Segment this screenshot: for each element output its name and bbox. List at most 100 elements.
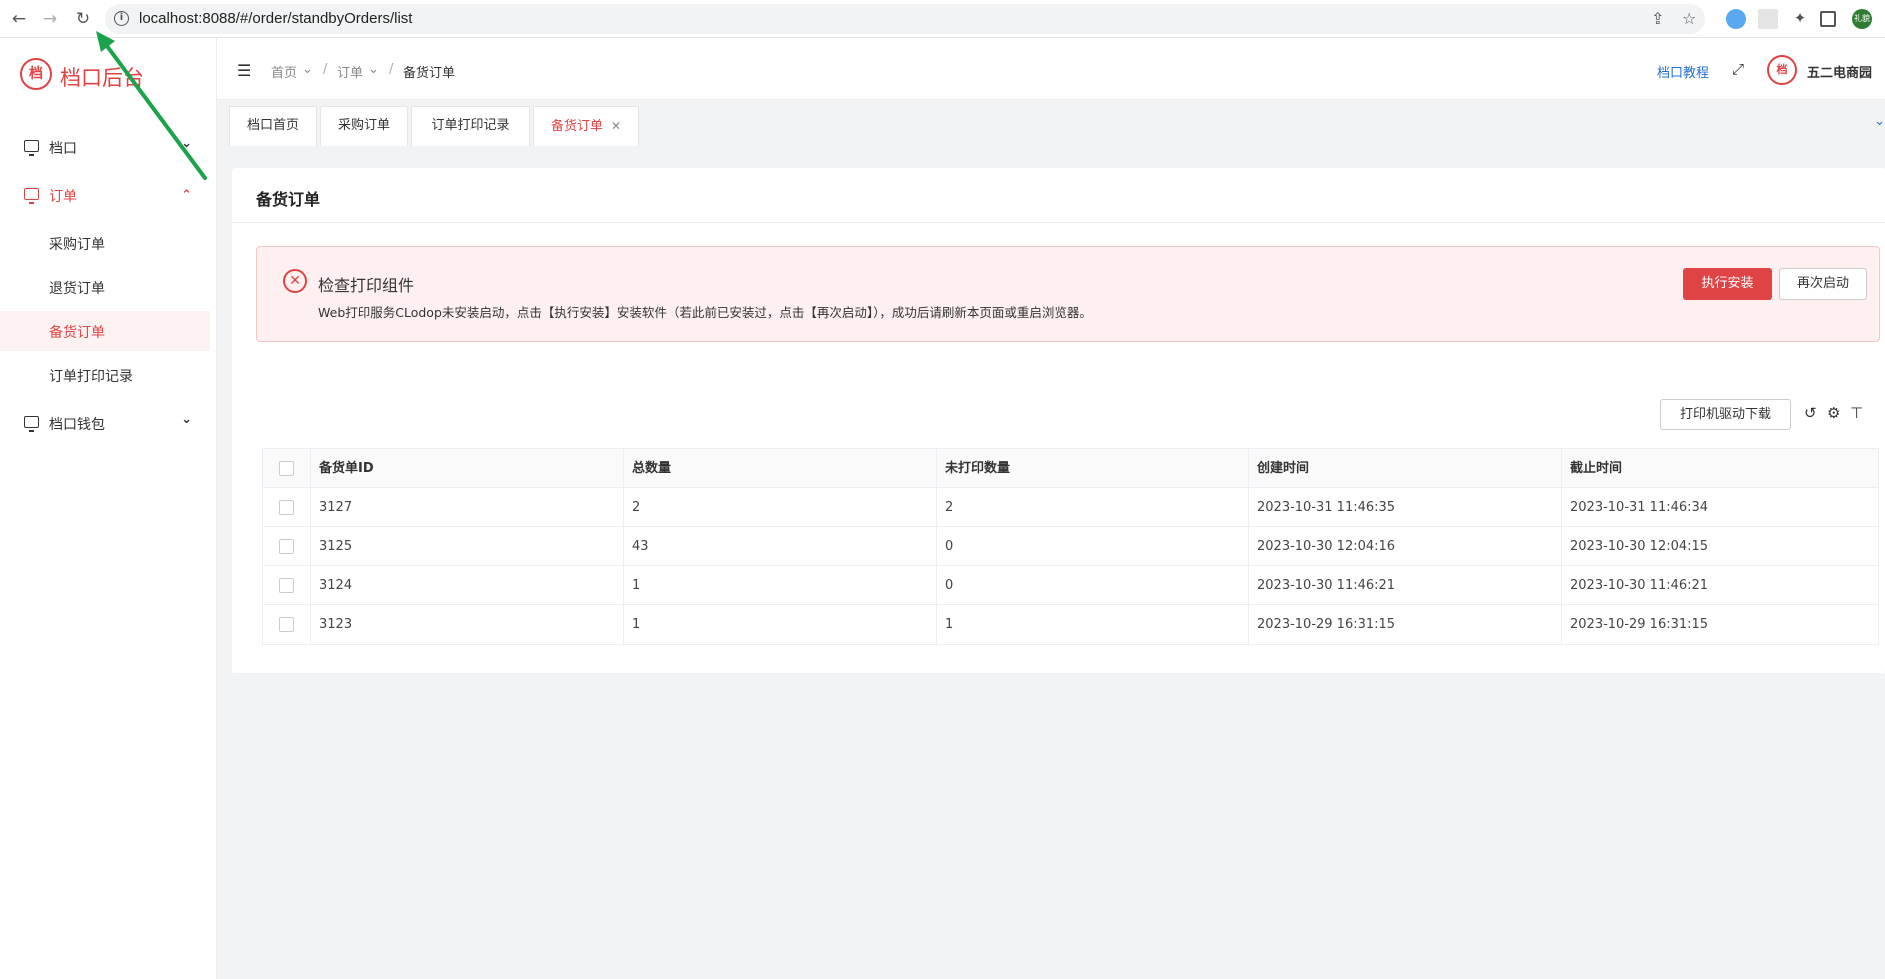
table-row[interactable]: 3123 1 1 2023-10-29 16:31:15 2023-10-29 …	[263, 605, 1878, 644]
tab-stall-home[interactable]: 档口首页	[229, 106, 317, 146]
breadcrumb-separator: /	[389, 62, 394, 77]
divider	[232, 222, 1885, 223]
logo-text: 档口后台	[60, 66, 144, 90]
sidebar-subitem-label: 采购订单	[49, 237, 105, 253]
top-header: ☰ 首页 ⌄ / 订单 ⌄ / 备货订单 档口教程 ⤢ 档 五二电商园	[217, 38, 1885, 100]
cell-total: 1	[623, 605, 936, 644]
logo-icon: 档	[20, 58, 52, 90]
url-text[interactable]: localhost:8088/#/order/standbyOrders/lis…	[139, 10, 412, 27]
alert-description: Web打印服务CLodop未安装启动，点击【执行安装】安装软件（若此前已安装过，…	[318, 305, 1092, 320]
breadcrumb-home[interactable]: 首页	[271, 62, 297, 81]
sidebar-item-stall[interactable]: 档口 ⌄	[0, 127, 210, 167]
install-button[interactable]: 执行安装	[1683, 268, 1772, 300]
refresh-icon[interactable]: ↺	[1804, 404, 1817, 422]
chevron-down-icon: ⌄	[181, 412, 192, 427]
chevron-up-icon: ⌃	[181, 188, 192, 203]
page-title: 备货订单	[256, 190, 321, 209]
alert-title: 检查打印组件	[318, 276, 415, 295]
column-header: 备货单ID	[310, 449, 623, 488]
tab-standby-orders[interactable]: 备货订单 ✕	[533, 106, 639, 146]
cell-deadline: 2023-10-29 16:31:15	[1561, 605, 1879, 644]
cell-created: 2023-10-29 16:31:15	[1248, 605, 1561, 644]
tab-purchase-orders[interactable]: 采购订单	[320, 106, 408, 146]
menu-collapse-icon[interactable]: ☰	[237, 61, 251, 80]
breadcrumb-current: 备货订单	[403, 66, 456, 81]
site-info-icon[interactable]: i	[114, 11, 129, 26]
cell-unprinted: 0	[936, 527, 1248, 566]
store-name[interactable]: 五二电商园	[1807, 62, 1872, 81]
chevron-down-icon: ⌄	[368, 62, 379, 77]
fullscreen-icon[interactable]: ⤢	[1732, 60, 1744, 78]
puzzle-extensions-icon[interactable]: ✦	[1790, 9, 1810, 29]
breadcrumb-orders[interactable]: 订单	[337, 62, 363, 81]
table-row[interactable]: 3125 43 0 2023-10-30 12:04:16 2023-10-30…	[263, 527, 1878, 566]
table-row[interactable]: 3124 1 0 2023-10-30 11:46:21 2023-10-30 …	[263, 566, 1878, 605]
cell-total: 2	[623, 488, 936, 527]
chevron-down-icon: ⌄	[302, 62, 313, 77]
cell-created: 2023-10-30 11:46:21	[1248, 566, 1561, 605]
sidebar: 档 档口后台 档口 ⌄ 订单 ⌃ 采购订单 退货订单 备货订单 订单打印记录 档…	[0, 38, 217, 979]
share-icon[interactable]: ⇪	[1651, 9, 1664, 28]
sidebar-subitem-label: 备货订单	[49, 325, 105, 341]
column-header: 创建时间	[1248, 449, 1561, 488]
printer-driver-download-button[interactable]: 打印机驱动下载	[1660, 399, 1791, 430]
bookmark-star-icon[interactable]: ☆	[1682, 9, 1696, 28]
cell-unprinted: 2	[936, 488, 1248, 527]
select-all-checkbox[interactable]	[279, 461, 294, 476]
sidebar-subitem-purchase-orders[interactable]: 采购订单	[0, 223, 210, 263]
sidebar-item-label: 档口钱包	[49, 417, 105, 433]
extension-icon[interactable]	[1726, 9, 1746, 29]
column-height-icon[interactable]: ⊤	[1850, 404, 1863, 422]
sidebar-subitem-print-records[interactable]: 订单打印记录	[0, 355, 210, 395]
cell-created: 2023-10-30 12:04:16	[1248, 527, 1561, 566]
tutorial-link[interactable]: 档口教程	[1657, 62, 1709, 81]
cell-total: 1	[623, 566, 936, 605]
tab-label: 订单打印记录	[431, 118, 510, 133]
tab-bar: 档口首页 采购订单 订单打印记录 备货订单 ✕ ⌄	[217, 100, 1885, 146]
tab-label: 档口首页	[246, 118, 299, 133]
cell-created: 2023-10-31 11:46:35	[1248, 488, 1561, 527]
browser-toolbar: ← → ↻ i localhost:8088/#/order/standbyOr…	[0, 0, 1885, 38]
row-checkbox[interactable]	[279, 578, 294, 593]
table-header-row: 备货单ID 总数量 未打印数量 创建时间 截止时间	[263, 449, 1878, 488]
row-checkbox[interactable]	[279, 617, 294, 632]
sidebar-item-label: 档口	[49, 141, 77, 157]
sidepanel-icon[interactable]	[1820, 11, 1836, 27]
gear-icon[interactable]: ⚙	[1827, 404, 1840, 422]
back-arrow-icon[interactable]: ←	[6, 6, 32, 32]
monitor-icon	[24, 188, 39, 204]
row-checkbox[interactable]	[279, 500, 294, 515]
column-header: 未打印数量	[936, 449, 1248, 488]
sidebar-subitem-return-orders[interactable]: 退货订单	[0, 267, 210, 307]
monitor-icon	[24, 416, 39, 432]
address-bar[interactable]: i localhost:8088/#/order/standbyOrders/l…	[105, 4, 1705, 34]
cell-total: 43	[623, 527, 936, 566]
tabs-scroll-icon[interactable]: ⌄	[1874, 114, 1885, 129]
restart-button[interactable]: 再次启动	[1779, 268, 1867, 300]
column-header: 截止时间	[1561, 449, 1879, 488]
tab-print-records[interactable]: 订单打印记录	[411, 106, 530, 146]
cell-deadline: 2023-10-30 11:46:21	[1561, 566, 1879, 605]
cell-unprinted: 1	[936, 605, 1248, 644]
extension-icon[interactable]	[1758, 9, 1778, 29]
avatar[interactable]: 档	[1767, 55, 1797, 85]
chevron-down-icon: ⌄	[181, 136, 192, 151]
sidebar-item-wallet[interactable]: 档口钱包 ⌄	[0, 403, 210, 443]
sidebar-item-orders[interactable]: 订单 ⌃	[0, 175, 210, 215]
reload-icon[interactable]: ↻	[70, 6, 96, 32]
tab-label: 采购订单	[337, 118, 390, 133]
sidebar-subitem-standby-orders[interactable]: 备货订单	[0, 311, 210, 351]
sidebar-subitem-label: 订单打印记录	[49, 369, 133, 385]
cell-id: 3127	[310, 488, 623, 527]
print-component-alert: ✕ 检查打印组件 Web打印服务CLodop未安装启动，点击【执行安装】安装软件…	[256, 246, 1880, 342]
profile-avatar[interactable]: 礼貌	[1852, 9, 1872, 29]
monitor-icon	[24, 140, 39, 156]
cell-id: 3124	[310, 566, 623, 605]
table-row[interactable]: 3127 2 2 2023-10-31 11:46:35 2023-10-31 …	[263, 488, 1878, 527]
standby-orders-table: 备货单ID 总数量 未打印数量 创建时间 截止时间 3127 2 2 2023-…	[262, 448, 1879, 645]
forward-arrow-icon[interactable]: →	[37, 6, 63, 32]
column-header: 总数量	[623, 449, 936, 488]
close-icon[interactable]: ✕	[611, 119, 621, 133]
row-checkbox[interactable]	[279, 539, 294, 554]
cell-id: 3125	[310, 527, 623, 566]
